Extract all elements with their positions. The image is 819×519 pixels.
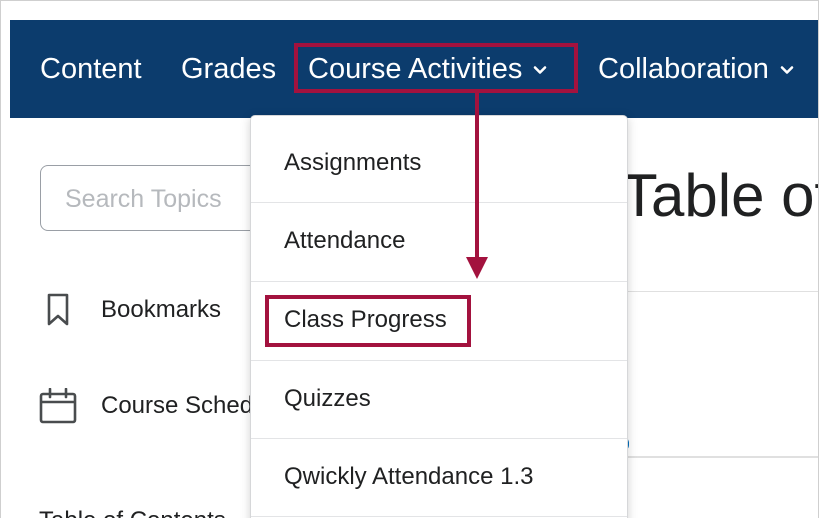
nav-content-label: Content [40,52,142,85]
divider [627,291,818,292]
annotation-highlight-course-activities [294,43,578,93]
sidebar-item-label: Bookmarks [101,296,222,323]
menu-item-qwickly-attendance[interactable]: Qwickly Attendance 1.3 [251,438,627,516]
chevron-down-icon [780,63,794,77]
search-topics-input[interactable] [63,184,267,215]
nav-grades-link[interactable]: Grades [181,20,276,118]
table-of-contents-link[interactable]: Table of Contents [39,507,226,518]
bookmark-icon [39,291,77,329]
nav-content-link[interactable]: Content [40,20,142,118]
menu-divider [251,516,627,517]
calendar-icon [39,387,77,425]
annotation-highlight-class-progress [265,295,471,347]
menu-item-assignments[interactable]: Assignments [251,124,627,202]
sidebar-item-bookmarks[interactable]: Bookmarks [39,291,221,329]
menu-item-label: Qwickly Attendance 1.3 [284,463,534,490]
menu-item-label: Attendance [284,227,406,254]
nav-collaboration-menu[interactable]: Collaboration [598,20,794,118]
divider [627,456,818,458]
menu-item-attendance[interactable]: Attendance [251,202,627,280]
page-title: Table of Contents [621,162,818,229]
menu-item-label: Assignments [284,149,422,176]
menu-item-quizzes[interactable]: Quizzes [251,360,627,438]
nav-collaboration-label: Collaboration [598,52,769,85]
sidebar-item-course-schedule[interactable]: Course Schedule [39,387,285,425]
screenshot-frame: Content Grades Course Activities Collabo… [0,0,819,518]
search-topics-box[interactable] [40,165,280,231]
menu-item-label: Quizzes [284,385,371,412]
nav-grades-label: Grades [181,52,277,85]
